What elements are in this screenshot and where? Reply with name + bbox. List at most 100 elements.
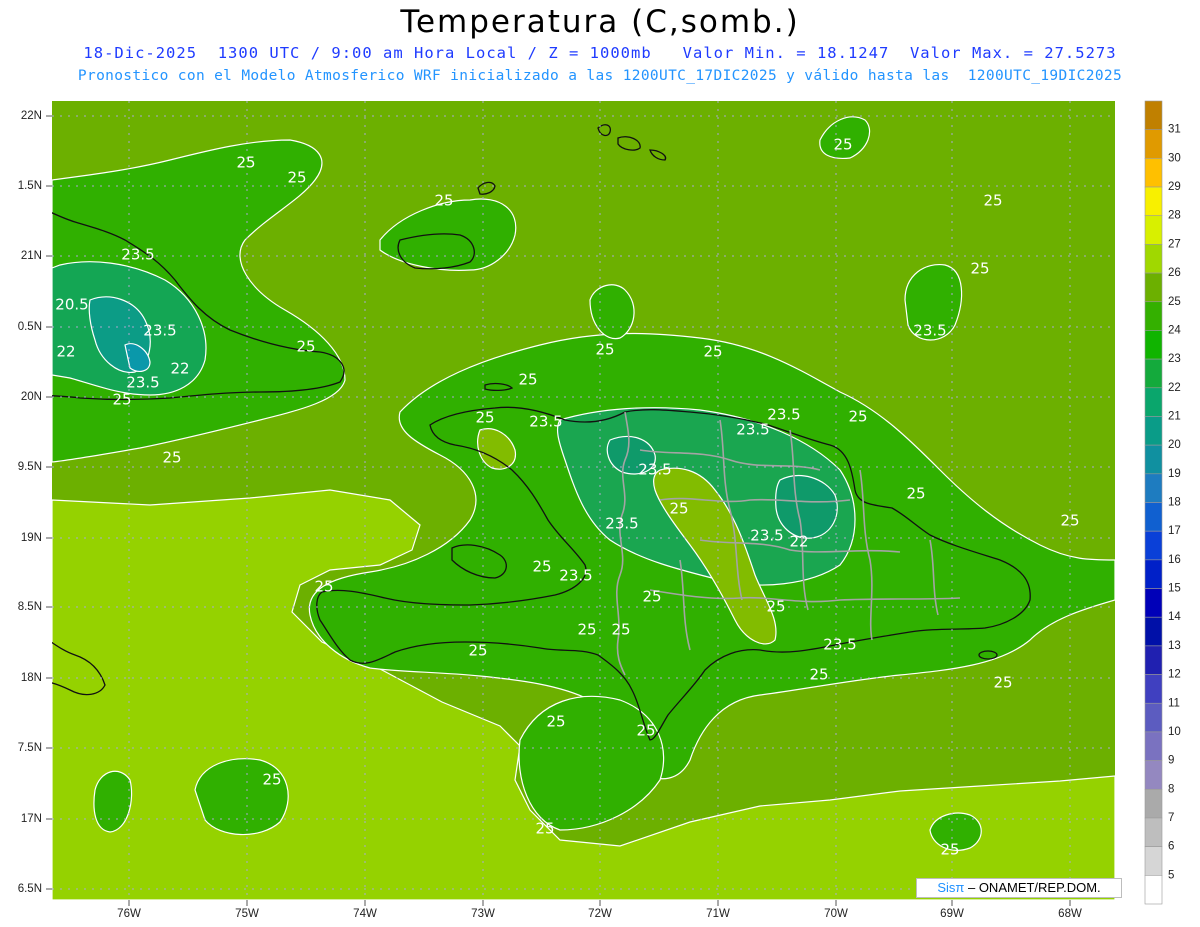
credit-text: – ONAMET/REP.DOM. xyxy=(964,880,1101,895)
legend-label: 25 xyxy=(1168,296,1181,308)
credit-brand: Sisπ xyxy=(937,880,965,895)
longitude-label: 71W xyxy=(706,908,730,920)
contour-label: 25 xyxy=(595,341,614,359)
legend-swatch xyxy=(1144,244,1163,274)
legend-label: 9 xyxy=(1168,755,1174,767)
contour-label: 23.5 xyxy=(638,461,671,479)
longitude-label: 73W xyxy=(471,908,495,920)
contour-label: 25 xyxy=(636,722,655,740)
longitude-label: 74W xyxy=(353,908,377,920)
longitude-label: 68W xyxy=(1058,908,1082,920)
contour-label: 25 xyxy=(236,154,255,172)
longitude-label: 69W xyxy=(940,908,964,920)
legend-label: 6 xyxy=(1168,841,1174,853)
model-info-subtitle: Pronostico con el Modelo Atmosferico WRF… xyxy=(77,68,1123,84)
contour-label: 23.5 xyxy=(823,636,856,654)
legend-swatch xyxy=(1144,416,1163,446)
legend-swatch xyxy=(1144,502,1163,532)
temperature-field: 252525252523.52520.523.5 23.522 25 25 252225… xyxy=(52,101,1115,900)
legend-label: 21 xyxy=(1168,410,1181,422)
contour-label: 25 xyxy=(970,260,989,278)
legend-label: 31 xyxy=(1168,124,1181,136)
contour-label: 25 xyxy=(809,666,828,684)
longitude-label: 75W xyxy=(235,908,259,920)
credit-box: Sisπ – ONAMET/REP.DOM. xyxy=(916,878,1122,898)
latitude-label: 17N xyxy=(21,813,42,825)
map-title: Temperatura (C,somb.) xyxy=(400,4,800,40)
legend-swatch xyxy=(1144,674,1163,704)
contour-label: 25 xyxy=(983,192,1002,210)
latitude-label: 7.5N xyxy=(18,742,42,754)
contour-label: 25 xyxy=(518,371,537,389)
legend-label: 18 xyxy=(1168,497,1181,509)
latitude-label: 20N xyxy=(21,391,42,403)
contour-label: 25 xyxy=(1060,512,1079,530)
color-legend: 31 30 29 28 27 26 25 24 23 22 21 20 19 18 17 16 15 14 13 12… xyxy=(1144,100,1181,905)
contour-label: 23.5 xyxy=(121,246,154,264)
legend-label: 26 xyxy=(1168,267,1181,279)
latitude-label: 22N xyxy=(21,110,42,122)
legend-label: 5 xyxy=(1168,869,1174,881)
contour-label: 25 xyxy=(112,391,131,409)
contour-label: 25 xyxy=(314,578,333,596)
latitude-label: 8.5N xyxy=(18,601,42,613)
legend-swatch xyxy=(1144,846,1163,876)
contour-label: 25 xyxy=(940,841,959,859)
contour-label: 25 xyxy=(262,771,281,789)
latitude-label: 18N xyxy=(21,672,42,684)
legend-swatch xyxy=(1144,330,1163,360)
latitude-label: 19N xyxy=(21,532,42,544)
weather-map-page: 25 25 25 25 25 23.5 25 20.5 23.5 23.5 22 25 25 25 22 25… xyxy=(0,0,1200,927)
contour-label: 22 xyxy=(170,360,189,378)
contour-label: 25 xyxy=(162,449,181,467)
contour-label: 25 xyxy=(669,500,688,518)
contour-label: 25 xyxy=(993,674,1012,692)
longitude-labels: 76W 75W 74W 73W 72W 71W 70W 69W 68W xyxy=(117,908,1082,920)
legend-swatch xyxy=(1144,559,1163,589)
legend-label: 14 xyxy=(1168,611,1181,623)
legend-label: 13 xyxy=(1168,640,1181,652)
contour-label: 23.5 xyxy=(767,406,800,424)
contour-label: 23.5 xyxy=(736,421,769,439)
legend-label: 22 xyxy=(1168,382,1181,394)
longitude-label: 70W xyxy=(824,908,848,920)
legend-label: 27 xyxy=(1168,238,1181,250)
legend-label: 24 xyxy=(1168,324,1181,336)
contour-label: 25 xyxy=(535,820,554,838)
legend-label: 8 xyxy=(1168,783,1174,795)
legend-swatch xyxy=(1144,530,1163,561)
legend-swatch xyxy=(1144,616,1163,647)
legend-swatch xyxy=(1144,875,1163,905)
map-figure: 252525252523.52520.523.5 23.522 25 25 252225… xyxy=(18,100,1181,920)
contour-label: 25 xyxy=(766,598,785,616)
legend-swatch xyxy=(1144,731,1163,761)
legend-swatch xyxy=(1144,129,1163,159)
legend-label: 23 xyxy=(1168,353,1181,365)
legend-label: 10 xyxy=(1168,726,1181,738)
legend-swatch xyxy=(1144,158,1163,188)
contour-label: 25 xyxy=(532,558,551,576)
legend-swatch xyxy=(1144,358,1163,389)
legend-swatch xyxy=(1144,588,1163,618)
longitude-label: 76W xyxy=(117,908,141,920)
contour-label: 25 xyxy=(848,408,867,426)
contour-label: 25 xyxy=(577,621,596,639)
legend-label: 19 xyxy=(1168,468,1181,480)
contour-label: 25 xyxy=(833,136,852,154)
contour-label: 25 xyxy=(296,338,315,356)
legend-swatch xyxy=(1144,817,1163,847)
contour-label: 23.5 xyxy=(750,527,783,545)
latitude-label: 1.5N xyxy=(18,180,42,192)
contour-label: 25 xyxy=(546,713,565,731)
legend-swatch xyxy=(1144,186,1163,217)
contour-label: 25 xyxy=(434,192,453,210)
legend-swatch xyxy=(1144,645,1163,675)
contour-label: 25 xyxy=(468,642,487,660)
contour-label: 23.5 xyxy=(126,374,159,392)
legend-label: 11 xyxy=(1168,697,1180,709)
legend-swatch xyxy=(1144,215,1163,245)
contour-label: 22 xyxy=(789,533,808,551)
legend-swatch xyxy=(1144,473,1163,503)
legend-swatch xyxy=(1144,100,1163,130)
legend-swatch xyxy=(1144,272,1163,303)
